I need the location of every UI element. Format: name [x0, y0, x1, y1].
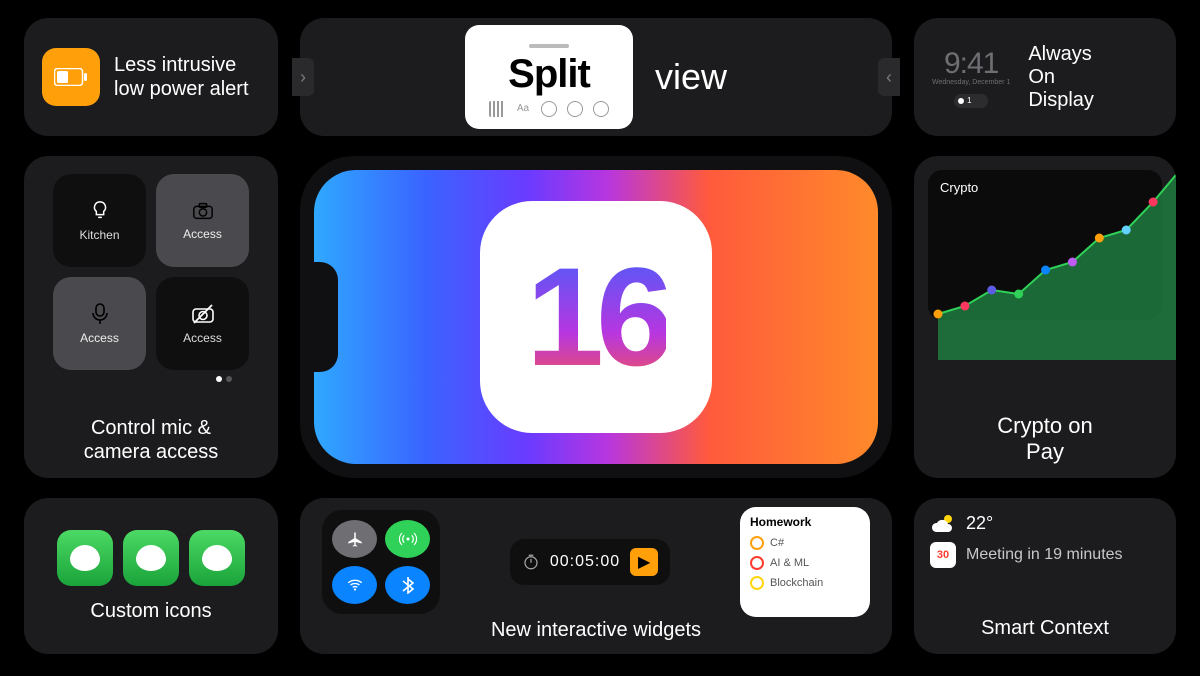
calendar-day-icon: 30: [930, 542, 956, 568]
dot-icon: [958, 98, 964, 104]
list-item[interactable]: AI & ML: [750, 553, 860, 573]
feature-card-smart-context[interactable]: 22° 30 Meeting in 19 minutes Smart Conte…: [914, 498, 1176, 654]
ring-icon: [750, 556, 764, 570]
feature-card-split-view[interactable]: › ‹ Split Aa view: [300, 18, 892, 136]
weather-row: 22°: [930, 512, 1160, 534]
control-tile-camera-access[interactable]: Access: [156, 174, 249, 267]
tile-label: Access: [183, 227, 222, 241]
ios-version-number: 16: [526, 236, 666, 398]
control-caption-l2: camera access: [40, 440, 262, 464]
feature-card-interactive-widgets[interactable]: 00:05:00 ▶ Homework C# AI & ML Blockchai…: [300, 498, 892, 654]
ring-icon: [750, 536, 764, 550]
feature-card-custom-icons[interactable]: Custom icons: [24, 498, 278, 654]
feature-card-always-on-display[interactable]: 9:41 Wednesday, December 1 1 Always On D…: [914, 18, 1176, 136]
meeting-text: Meeting in 19 minutes: [966, 546, 1123, 564]
messages-app-icon: [189, 530, 245, 586]
crypto-caption-l2: Pay: [928, 439, 1162, 464]
view-word: view: [655, 56, 727, 98]
aod-notif-count: 1: [967, 96, 971, 105]
ios-version-badge: 16: [480, 201, 712, 433]
tile-label: Access: [80, 331, 119, 345]
mic-icon: [91, 303, 109, 325]
clock-icon: [522, 553, 540, 571]
meeting-row: 30 Meeting in 19 minutes: [930, 542, 1160, 568]
reminders-header: Homework: [750, 515, 860, 529]
crypto-chart: [928, 156, 1176, 360]
wifi-toggle[interactable]: [332, 566, 377, 604]
aod-text: Always On Display: [1028, 43, 1094, 112]
hero-iphone: 16: [300, 156, 892, 478]
custom-icons-caption: Custom icons: [90, 600, 211, 623]
camera-off-icon: [191, 303, 215, 325]
chevron-right-icon[interactable]: ›: [292, 58, 314, 96]
control-caption-l1: Control mic &: [40, 416, 262, 440]
timer-play-button[interactable]: ▶: [630, 548, 658, 576]
aod-time: 9:41: [944, 47, 998, 81]
reminders-widget: Homework C# AI & ML Blockchain: [740, 507, 870, 617]
crypto-widget: Crypto: [928, 170, 1162, 320]
aod-line3: Display: [1028, 89, 1094, 112]
window-grabber-icon: [529, 44, 569, 48]
control-tile-mic-access[interactable]: Access: [53, 277, 146, 370]
timer-value: 00:05:00: [550, 553, 620, 571]
chevron-left-icon[interactable]: ‹: [878, 58, 900, 96]
feature-card-low-power[interactable]: Less intrusive low power alert: [24, 18, 278, 136]
aod-line2: On: [1028, 66, 1094, 89]
feature-card-control-access[interactable]: Kitchen Access Access Access Control mic…: [24, 156, 278, 478]
control-tile-camera-blocked[interactable]: Access: [156, 277, 249, 370]
split-word: Split: [508, 52, 590, 97]
weather-cloud-sun-icon: [930, 512, 956, 534]
circle-x-icon: [593, 101, 609, 117]
aod-notif-pill: 1: [954, 94, 988, 108]
airplane-mode-toggle[interactable]: [332, 520, 377, 558]
context-caption: Smart Context: [930, 617, 1160, 640]
connectivity-widget: [322, 510, 440, 614]
camera-icon: [192, 201, 214, 221]
circle-icon: [541, 101, 557, 117]
circle-plus-icon: [567, 101, 583, 117]
ring-icon: [750, 576, 764, 590]
page-dots: [40, 376, 232, 382]
tile-label: Kitchen: [79, 228, 119, 242]
aod-line1: Always: [1028, 43, 1094, 66]
bluetooth-toggle[interactable]: [385, 566, 430, 604]
widgets-caption: New interactive widgets: [300, 619, 892, 642]
lightbulb-icon: [89, 200, 111, 222]
control-tile-kitchen[interactable]: Kitchen: [53, 174, 146, 267]
aod-lockscreen-preview: 9:41 Wednesday, December 1 1: [932, 47, 1010, 108]
control-caption: Control mic & camera access: [40, 416, 262, 464]
crypto-caption: Crypto on Pay: [928, 413, 1162, 464]
aod-date: Wednesday, December 1: [932, 79, 1010, 86]
text-size-icon: Aa: [515, 101, 531, 117]
low-power-line1: Less intrusive: [114, 53, 249, 77]
crypto-caption-l1: Crypto on: [928, 413, 1162, 438]
hero-iphone-screen: 16: [314, 170, 878, 464]
battery-low-power-icon: [42, 48, 100, 106]
feature-card-crypto-pay[interactable]: Crypto Crypto on Pay: [914, 156, 1176, 478]
low-power-line2: low power alert: [114, 77, 249, 101]
list-item[interactable]: C#: [750, 533, 860, 553]
paragraph-icon: [489, 101, 505, 117]
split-view-window: Split Aa: [465, 25, 633, 129]
cellular-toggle[interactable]: [385, 520, 430, 558]
timer-widget: 00:05:00 ▶: [510, 539, 670, 585]
messages-app-icon: [123, 530, 179, 586]
list-item[interactable]: Blockchain: [750, 573, 860, 593]
tile-label: Access: [183, 331, 222, 345]
low-power-text: Less intrusive low power alert: [114, 53, 249, 101]
safari-toolbar-icons: Aa: [489, 101, 609, 117]
messages-app-icon: [57, 530, 113, 586]
iphone-notch: [314, 262, 338, 372]
temperature: 22°: [966, 513, 993, 534]
